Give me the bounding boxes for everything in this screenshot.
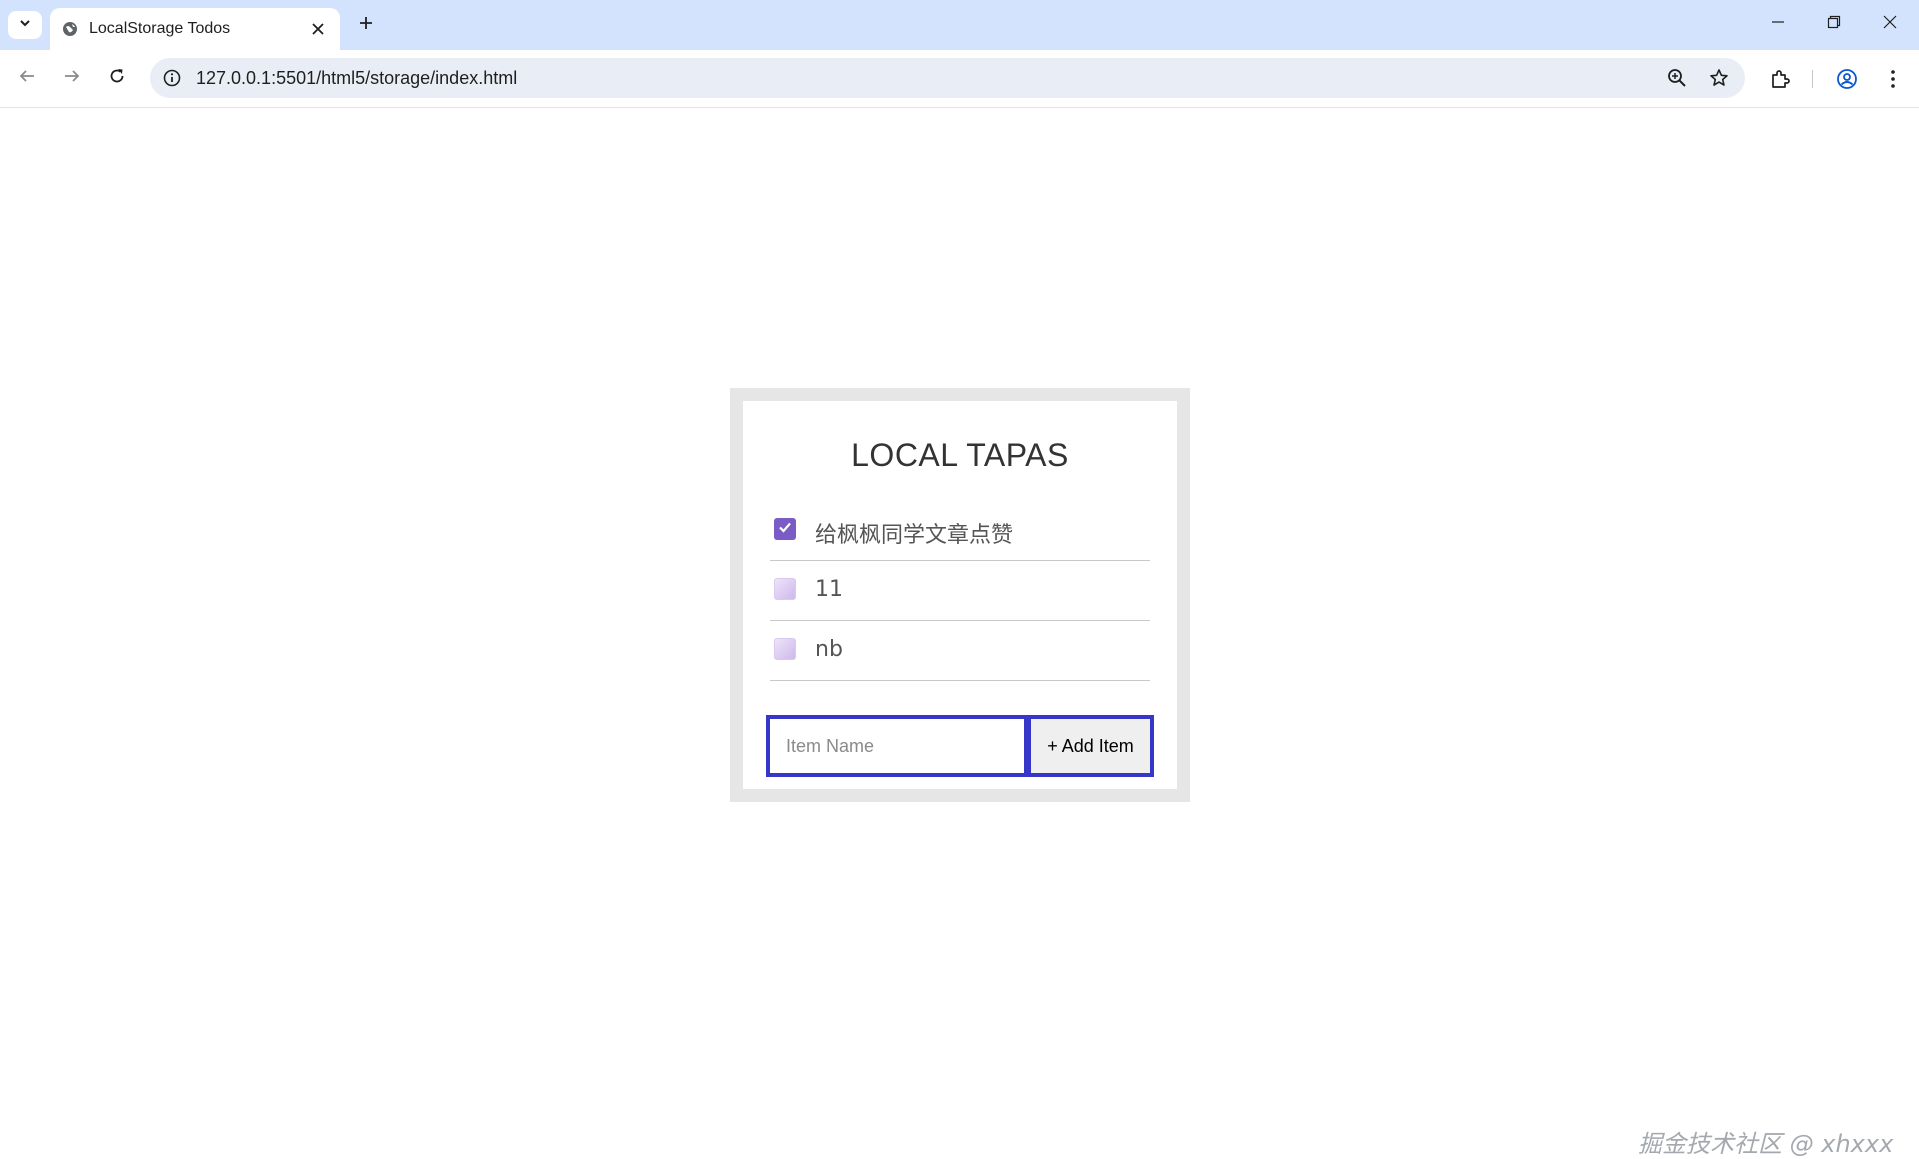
info-icon[interactable] xyxy=(160,66,184,90)
item-checkbox[interactable] xyxy=(774,578,796,600)
item-label[interactable]: nb xyxy=(815,637,843,662)
address-bar[interactable]: 127.0.0.1:5501/html5/storage/index.html xyxy=(150,58,1745,98)
add-item-button[interactable]: + Add Item xyxy=(1028,715,1154,777)
forward-button[interactable] xyxy=(54,60,90,96)
tab-title: LocalStorage Todos xyxy=(89,20,231,37)
item-checkbox[interactable] xyxy=(774,518,796,540)
close-icon[interactable] xyxy=(308,19,328,39)
star-icon[interactable] xyxy=(1707,66,1731,90)
browser-toolbar: 127.0.0.1:5501/html5/storage/index.html xyxy=(0,50,1919,108)
toolbar-divider xyxy=(1812,70,1813,88)
new-tab-button[interactable] xyxy=(352,11,380,39)
back-button[interactable] xyxy=(9,60,45,96)
window-close-button[interactable] xyxy=(1870,8,1910,40)
restore-icon xyxy=(1827,15,1841,34)
zoom-icon[interactable] xyxy=(1665,66,1689,90)
page-title: LOCAL TAPAS xyxy=(851,437,1069,473)
window-minimize-button[interactable] xyxy=(1758,8,1798,40)
plus-icon xyxy=(358,15,374,36)
todo-list: 给枫枫同学文章点赞 11 nb xyxy=(770,501,1150,681)
item-checkbox[interactable] xyxy=(774,638,796,660)
item-name-input[interactable] xyxy=(766,715,1028,777)
item-label[interactable]: 给枫枫同学文章点赞 xyxy=(815,517,1013,549)
arrow-left-icon xyxy=(18,67,36,90)
browser-tabstrip: LocalStorage Todos xyxy=(0,0,1919,50)
puzzle-icon[interactable] xyxy=(1768,66,1794,92)
browser-tab[interactable]: LocalStorage Todos xyxy=(50,8,340,50)
item-label[interactable]: 11 xyxy=(815,577,843,602)
close-icon xyxy=(1883,15,1897,34)
list-item[interactable]: 给枫枫同学文章点赞 xyxy=(770,501,1150,561)
check-icon xyxy=(777,519,793,540)
tab-search-button[interactable] xyxy=(8,11,42,39)
globe-icon xyxy=(62,21,78,37)
add-item-form: + Add Item xyxy=(766,715,1154,777)
watermark: 掘金技术社区 @ xhxxx xyxy=(1638,1130,1894,1158)
url-text[interactable]: 127.0.0.1:5501/html5/storage/index.html xyxy=(196,68,517,89)
page-content: LOCAL TAPAS 给枫枫同学文章点赞 11 nb + Add xyxy=(0,108,1919,1158)
reload-button[interactable] xyxy=(99,60,135,96)
profile-icon[interactable] xyxy=(1834,66,1860,92)
kebab-menu-icon[interactable] xyxy=(1880,66,1906,92)
arrow-right-icon xyxy=(63,67,81,90)
todo-card: LOCAL TAPAS 给枫枫同学文章点赞 11 nb + Add xyxy=(730,388,1190,802)
window-restore-button[interactable] xyxy=(1814,8,1854,40)
reload-icon xyxy=(108,67,126,90)
minimize-icon xyxy=(1771,15,1785,34)
list-item[interactable]: 11 xyxy=(770,561,1150,621)
chevron-down-icon xyxy=(18,16,32,35)
list-item[interactable]: nb xyxy=(770,621,1150,681)
